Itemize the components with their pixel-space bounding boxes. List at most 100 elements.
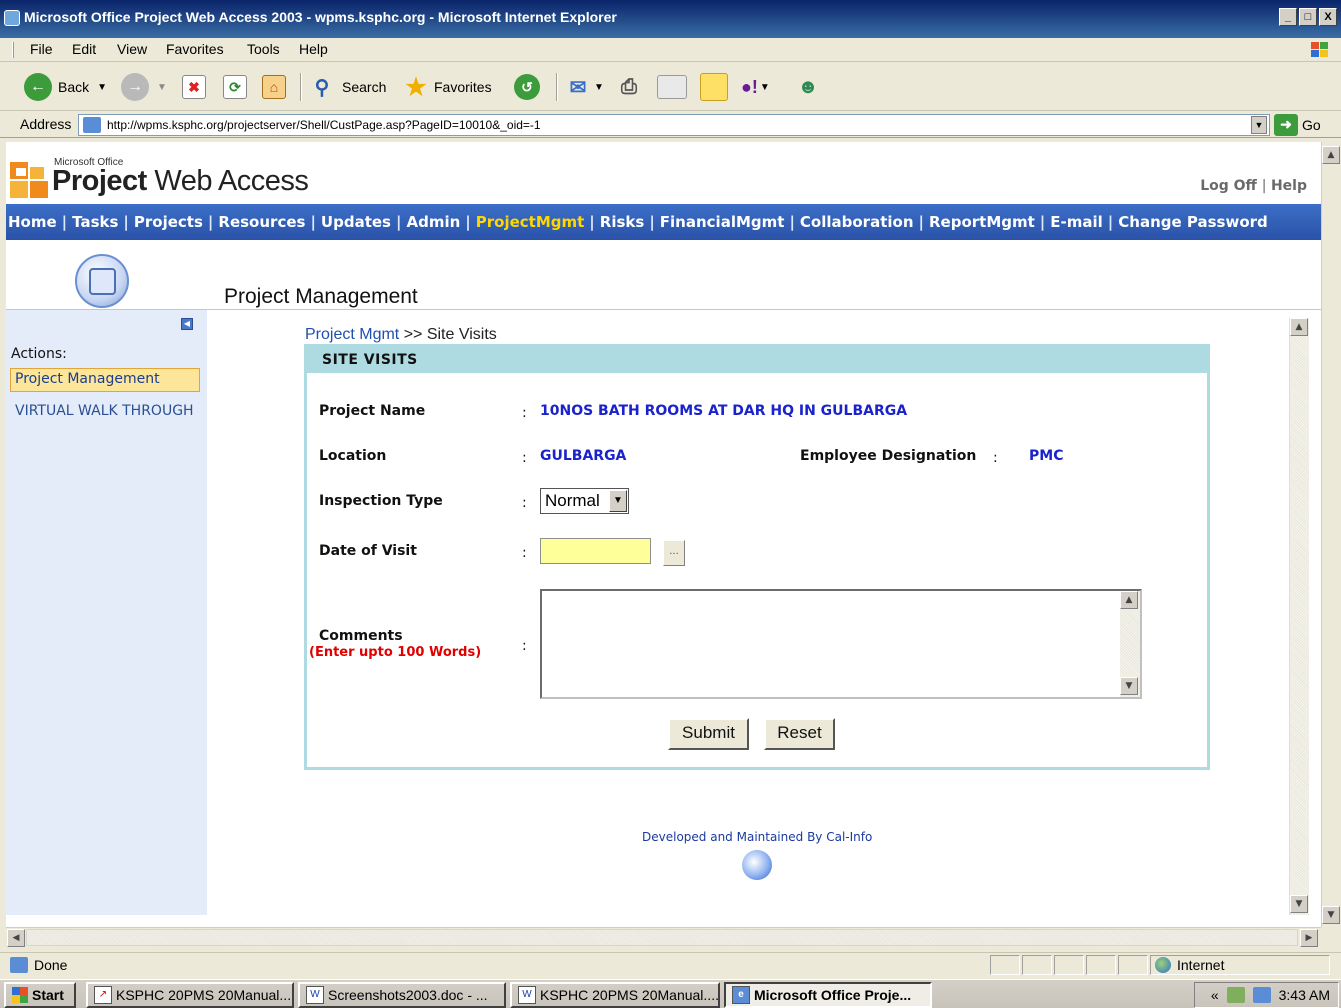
messenger-icon: ☻: [797, 75, 819, 98]
browser-toolbar: ← Back ▼ → ▼ ✖ ⟳ ⌂ ⚲ Search ★ Favorites …: [0, 63, 1341, 111]
comments-textarea[interactable]: ▲ ▼: [540, 589, 1142, 699]
back-button[interactable]: ← Back ▼: [24, 71, 107, 103]
status-panel: [1022, 955, 1052, 975]
browser-vertical-scrollbar[interactable]: ▲ ▼: [1321, 142, 1341, 927]
mail-dropdown-icon: ▼: [594, 81, 604, 93]
home-button[interactable]: ⌂: [262, 71, 286, 103]
task-pdf-manual[interactable]: ↗ KSPHC 20PMS 20Manual....: [86, 982, 294, 1008]
nav-tasks[interactable]: Tasks: [72, 213, 118, 231]
forward-arrow-icon: →: [121, 73, 149, 101]
sidebar-item-virtual-walk-through[interactable]: VIRTUAL WALK THROUGH: [10, 400, 200, 423]
edit-button[interactable]: [657, 71, 687, 103]
inspection-type-select[interactable]: Normal ▼: [540, 488, 629, 514]
history-button[interactable]: ↺: [514, 71, 540, 103]
go-button[interactable]: ➜ Go: [1274, 114, 1321, 136]
scroll-up-icon[interactable]: ▲: [1322, 146, 1340, 164]
menu-file[interactable]: File: [30, 41, 53, 57]
nav-separator: |: [918, 213, 924, 231]
menu-tools[interactable]: Tools: [247, 41, 280, 57]
nav-separator: |: [310, 213, 316, 231]
collapse-sidebar-icon[interactable]: ◀: [181, 318, 193, 330]
search-button[interactable]: ⚲ Search: [310, 71, 387, 103]
system-tray: « 3:43 AM: [1194, 982, 1339, 1008]
go-arrow-icon: ➜: [1274, 114, 1298, 136]
comments-note: (Enter upto 100 Words): [309, 645, 482, 660]
yahoo-button[interactable]: ●! ▼: [741, 71, 770, 103]
submit-button[interactable]: Submit: [668, 718, 749, 750]
refresh-icon: ⟳: [223, 75, 247, 99]
address-dropdown-icon[interactable]: ▼: [1251, 116, 1267, 134]
scroll-right-icon[interactable]: ▶: [1300, 929, 1318, 947]
minimize-button[interactable]: _: [1279, 8, 1297, 26]
colon: :: [522, 450, 527, 466]
yahoo-dropdown-icon: ▼: [759, 81, 770, 93]
scroll-up-icon[interactable]: ▲: [1290, 318, 1308, 336]
print-button[interactable]: ⎙: [617, 71, 641, 103]
nav-items: Home | Tasks | Projects | Resources | Updates | Ad…: [8, 213, 1268, 231]
task-screenshots-doc[interactable]: W Screenshots2003.doc - ...: [298, 982, 506, 1008]
scroll-down-icon[interactable]: ▼: [1120, 677, 1138, 695]
horizontal-scroll-track[interactable]: [26, 929, 1298, 946]
pwa-header: Microsoft Office Project Web Access Log …: [6, 142, 1321, 204]
sidebar-item-project-management[interactable]: Project Management: [10, 368, 200, 392]
nav-risks[interactable]: Risks: [600, 213, 645, 231]
task-label: Screenshots2003.doc - ...: [328, 987, 488, 1003]
refresh-button[interactable]: ⟳: [223, 71, 247, 103]
task-word-manual[interactable]: W KSPHC 20PMS 20Manual....: [510, 982, 720, 1008]
scroll-up-icon[interactable]: ▲: [1120, 591, 1138, 609]
window-title-bar[interactable]: Microsoft Office Project Web Access 2003…: [0, 0, 1341, 38]
scroll-left-icon[interactable]: ◀: [7, 929, 25, 947]
start-button[interactable]: Start: [4, 982, 76, 1008]
stop-button[interactable]: ✖: [182, 71, 206, 103]
forward-button[interactable]: → ▼: [121, 71, 167, 103]
nav-collaboration[interactable]: Collaboration: [800, 213, 914, 231]
scroll-down-icon[interactable]: ▼: [1290, 895, 1308, 913]
favorites-button[interactable]: ★ Favorites: [404, 71, 491, 103]
mail-button[interactable]: ✉ ▼: [566, 71, 604, 103]
logoff-link[interactable]: Log Off: [1200, 178, 1257, 194]
print-icon: ⎙: [621, 75, 637, 98]
menu-favorites[interactable]: Favorites: [166, 41, 224, 57]
menu-view[interactable]: View: [117, 41, 147, 57]
task-project-web-access[interactable]: e Microsoft Office Proje...: [724, 982, 932, 1008]
search-label: Search: [342, 79, 387, 95]
date-of-visit-input[interactable]: [540, 538, 651, 564]
actions-label: Actions:: [11, 346, 67, 362]
scroll-down-icon[interactable]: ▼: [1322, 906, 1340, 924]
nav-home[interactable]: Home: [8, 213, 57, 231]
nav-e-mail[interactable]: E-mail: [1050, 213, 1103, 231]
footer-credit: Developed and Maintained By Cal-Info: [642, 830, 873, 844]
window-page-icon: [75, 254, 129, 308]
breadcrumb-link-project-mgmt[interactable]: Project Mgmt: [305, 326, 399, 343]
toolbar-grip: [12, 42, 14, 58]
go-label: Go: [1302, 117, 1321, 133]
nav-change-password[interactable]: Change Password: [1118, 213, 1268, 231]
nav-resources[interactable]: Resources: [218, 213, 305, 231]
location-value: GULBARGA: [540, 448, 627, 464]
clock: 3:43 AM: [1278, 987, 1330, 1003]
tray-app-icon[interactable]: [1226, 987, 1245, 1003]
breadcrumb-current: Site Visits: [426, 326, 497, 343]
notes-button[interactable]: [700, 71, 728, 103]
nav-financialmgmt[interactable]: FinancialMgmt: [660, 213, 785, 231]
nav-admin[interactable]: Admin: [406, 213, 460, 231]
nav-updates[interactable]: Updates: [321, 213, 391, 231]
nav-reportmgmt[interactable]: ReportMgmt: [929, 213, 1035, 231]
messenger-button[interactable]: ☻: [796, 71, 820, 103]
menu-help[interactable]: Help: [299, 41, 328, 57]
network-icon[interactable]: [1252, 987, 1271, 1003]
help-link[interactable]: Help: [1271, 178, 1307, 194]
menu-edit[interactable]: Edit: [72, 41, 96, 57]
nav-projectmgmt[interactable]: ProjectMgmt: [476, 213, 585, 231]
address-input[interactable]: http://wpms.ksphc.org/projectserver/Shel…: [78, 114, 1270, 136]
colon: :: [522, 495, 527, 511]
nav-projects[interactable]: Projects: [134, 213, 203, 231]
maximize-button[interactable]: □: [1299, 8, 1317, 26]
tray-expand-icon[interactable]: «: [1211, 987, 1219, 1003]
textarea-scrollbar[interactable]: ▲ ▼: [1120, 591, 1140, 697]
close-button[interactable]: X: [1319, 8, 1337, 26]
browser-horizontal-scrollbar[interactable]: ◀ ▶: [6, 927, 1321, 947]
content-scrollbar[interactable]: ▲ ▼: [1289, 318, 1309, 915]
date-picker-button[interactable]: ...: [663, 540, 685, 566]
reset-button[interactable]: Reset: [764, 718, 835, 750]
